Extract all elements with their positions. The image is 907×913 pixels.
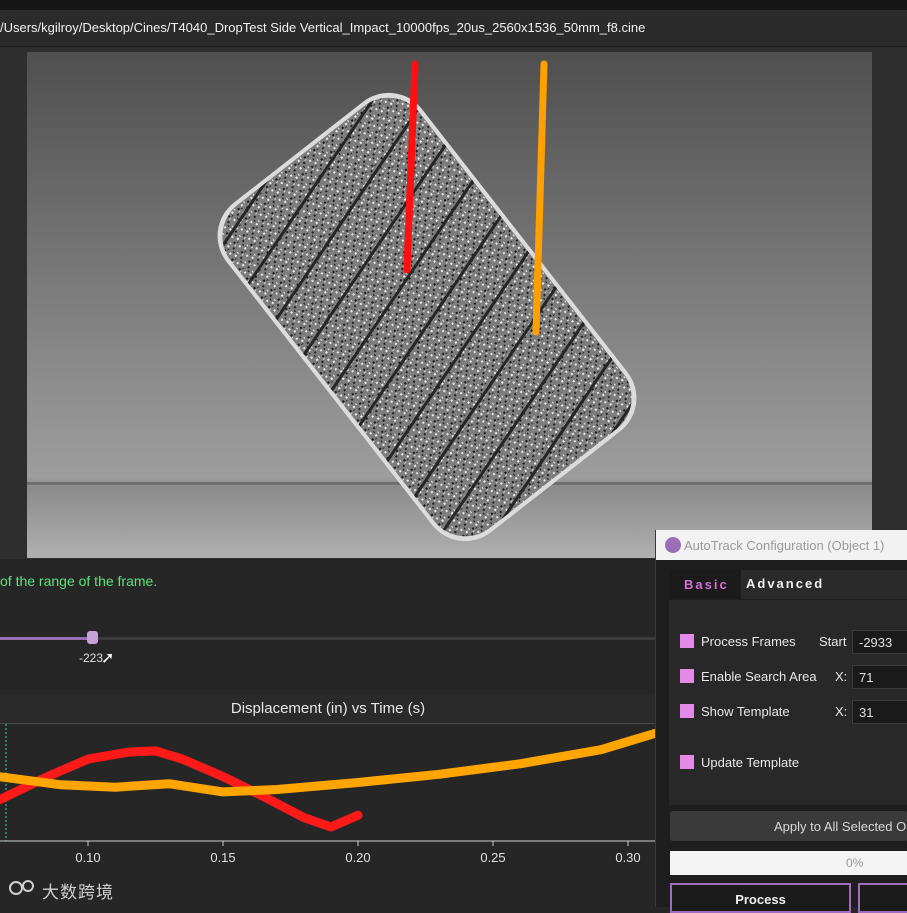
show-template-row: Show Template X: 31 (669, 700, 907, 726)
tab-advanced[interactable]: Advanced (746, 576, 824, 591)
window-top-strip (0, 0, 907, 10)
process-button[interactable]: Process (670, 883, 851, 913)
panel-title: AutoTrack Configuration (Object 1) (684, 538, 885, 553)
panel-titlebar[interactable]: AutoTrack Configuration (Object 1) (656, 530, 907, 560)
video-frame[interactable] (27, 52, 872, 558)
search-area-checkbox[interactable] (680, 669, 694, 683)
process-frames-row: Process Frames Start -2933 (669, 630, 907, 656)
frame-slider-value: -223 (79, 651, 104, 665)
x-tick-label: 0.30 (615, 850, 640, 865)
update-template-label: Update Template (701, 755, 800, 770)
app-logo-icon (665, 537, 681, 553)
process-label: Process (735, 892, 786, 907)
tab-basic-label: Basic (684, 577, 729, 592)
start-frame-input[interactable]: -2933 (852, 630, 907, 654)
file-path-bar: /Users/kgilroy/Desktop/Cines/T4040_DropT… (0, 10, 907, 47)
apply-all-label: Apply to All Selected Ob (774, 819, 907, 834)
chart-series-2 (0, 728, 660, 797)
watermark-text: 大数跨境 (42, 883, 114, 902)
search-area-x-label: X: (835, 669, 848, 684)
frame-slider-track[interactable] (0, 637, 655, 640)
chart-title: Displacement (in) vs Time (s) (230, 700, 426, 717)
start-label: Start (819, 634, 847, 649)
basic-settings: Process Frames Start -2933 Enable Search… (669, 600, 907, 805)
frame-slider-thumb[interactable] (87, 631, 98, 644)
tab-basic[interactable]: Basic (669, 570, 741, 599)
search-area-row: Enable Search Area X: 71 (669, 665, 907, 691)
video-frame-image (27, 60, 872, 553)
process-frames-label: Process Frames (701, 634, 796, 649)
video-viewer[interactable] (0, 47, 907, 559)
progress-label: 0% (846, 856, 864, 870)
x-tick-label: 0.15 (210, 850, 235, 865)
x-tick-label: 0.10 (75, 850, 100, 865)
chart-header: Displacement (in) vs Time (s) (0, 694, 656, 724)
mouse-cursor-icon: ➚ (101, 650, 115, 667)
process-frames-checkbox[interactable] (680, 634, 694, 648)
autotrack-config-panel: AutoTrack Configuration (Object 1) Basic… (655, 530, 907, 913)
show-template-label: Show Template (701, 704, 790, 719)
search-area-label: Enable Search Area (701, 669, 817, 684)
status-message: of the range of the frame. (0, 573, 158, 589)
progress-bar: 0% (670, 851, 907, 875)
watermark-logo-icon (9, 880, 34, 895)
template-x-label: X: (835, 704, 848, 719)
file-path-text: /Users/kgilroy/Desktop/Cines/T4040_DropT… (0, 20, 646, 35)
panel-tabs: Basic Advanced (669, 570, 907, 599)
x-tick-label: 0.20 (345, 850, 370, 865)
frame-slider-fill (0, 637, 92, 640)
update-template-row: Update Template (669, 751, 907, 777)
update-template-checkbox[interactable] (680, 755, 694, 769)
template-x-input[interactable]: 31 (852, 700, 907, 724)
secondary-button[interactable] (858, 883, 907, 913)
apply-all-button[interactable]: Apply to All Selected Ob (670, 811, 907, 841)
search-area-x-input[interactable]: 71 (852, 665, 907, 689)
show-template-checkbox[interactable] (680, 704, 694, 718)
x-tick-label: 0.25 (480, 850, 505, 865)
